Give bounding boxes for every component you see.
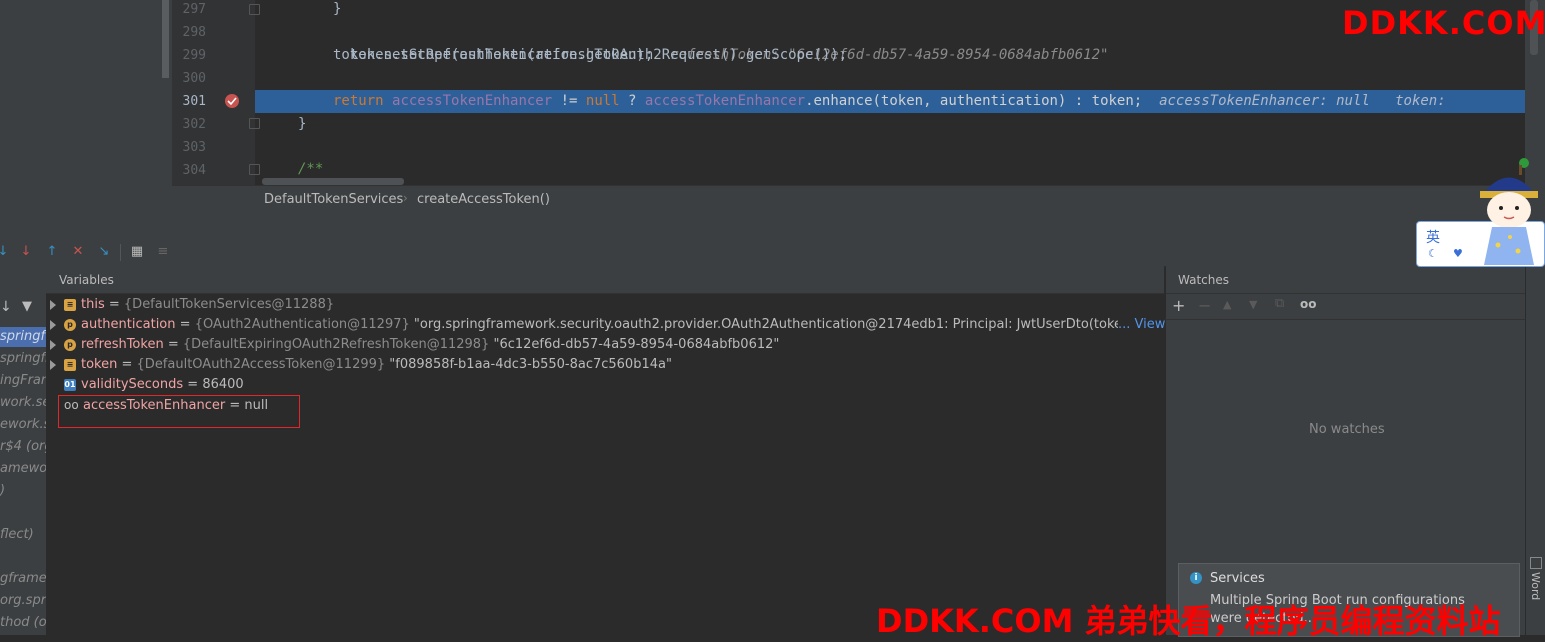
parameter-icon: p (64, 338, 76, 351)
breadcrumb-class[interactable]: DefaultTokenServices (264, 192, 403, 207)
filter-icon[interactable]: ▼ (22, 299, 32, 314)
breadcrumb: DefaultTokenServices › createAccessToken… (172, 185, 1525, 213)
toolbar-divider (120, 244, 121, 261)
variable-row-authentication[interactable]: p authentication = {OAuth2Authentication@… (50, 315, 1193, 335)
field-ref: accessTokenEnhancer (644, 93, 806, 109)
view-link[interactable]: ... View (1118, 315, 1165, 335)
variables-header: Variables (46, 266, 1164, 294)
frame-item[interactable]: springfr (0, 351, 50, 366)
expand-arrow-icon[interactable] (50, 359, 56, 370)
watches-header: Watches (1166, 266, 1526, 294)
operator: != (552, 93, 586, 109)
keyword-return: return (333, 93, 384, 109)
trace-icon[interactable]: ≡ (156, 244, 170, 260)
frame-item[interactable]: ework.s (0, 417, 50, 432)
watch-toolbar: + − ▲ ▼ ⧉ oo (1165, 293, 1525, 320)
fold-marker-icon[interactable] (249, 118, 260, 129)
word-side-tab[interactable]: Word (1529, 572, 1542, 600)
debug-toolbar: ↓ ↓ ↑ ✕ ↘ ▦ ≡ (0, 239, 1545, 267)
word-book-icon[interactable] (1530, 557, 1542, 569)
watermark-top: DDKK.COM (1342, 4, 1545, 42)
move-up-icon[interactable]: ▲ (1223, 298, 1231, 311)
line-number: 302 (182, 117, 206, 132)
operator: ? (619, 93, 645, 109)
no-watches-text: No watches (1309, 422, 1385, 437)
step-over-icon[interactable]: ↓ (0, 244, 10, 260)
line-number: 300 (182, 71, 206, 86)
frame-item[interactable]: org.spri (0, 593, 50, 608)
glasses-icon[interactable]: oo (1300, 297, 1317, 311)
line-number: 298 (182, 25, 206, 40)
evaluate-icon[interactable]: ▦ (130, 244, 144, 260)
line-number: 303 (182, 140, 206, 155)
right-tool-strip: Word (1525, 212, 1545, 635)
add-watch-icon[interactable]: + (1172, 296, 1185, 315)
frame-item[interactable]: amewo (0, 461, 47, 476)
frame-item[interactable]: thod (o (0, 615, 47, 630)
fold-marker-icon[interactable] (249, 164, 260, 175)
variable-row-this[interactable]: ≡ this = {DefaultTokenServices@11288} (50, 295, 334, 315)
parameter-icon: p (64, 318, 76, 331)
inline-debug-value: accessTokenEnhancer: null token: (1159, 93, 1446, 109)
frame-item[interactable]: r$4 (org (0, 439, 53, 454)
line-number: 301 (182, 94, 206, 109)
code-line: } (298, 116, 307, 132)
breakpoint-icon[interactable] (225, 94, 239, 108)
info-icon: i (1190, 572, 1202, 584)
step-into-icon[interactable]: ↓ (19, 244, 33, 260)
line-number: 297 (182, 2, 206, 17)
field-icon: ≡ (64, 358, 76, 371)
run-to-cursor-icon[interactable]: ↘ (97, 244, 111, 260)
move-down-icon[interactable]: ▼ (1249, 298, 1257, 311)
code-line: token.setRefreshToken(refreshToken); ref… (333, 21, 1109, 63)
expand-arrow-icon[interactable] (50, 339, 56, 350)
editor-horizontal-scrollbar[interactable] (262, 178, 404, 185)
drop-frame-icon[interactable]: ✕ (71, 244, 85, 260)
project-panel-strip (0, 0, 172, 212)
step-out-icon[interactable]: ↑ (45, 244, 59, 260)
code-line: } (333, 1, 342, 17)
field-icon: ≡ (64, 298, 76, 311)
breadcrumb-separator: › (403, 191, 408, 205)
project-scrollbar[interactable] (162, 0, 169, 78)
breadcrumb-method[interactable]: createAccessToken() (417, 192, 550, 207)
shirt-icon[interactable]: ♥ (1453, 247, 1463, 260)
keyword-null: null (585, 93, 620, 109)
remove-watch-icon[interactable]: − (1198, 296, 1211, 315)
code-line-current: return accessTokenEnhancer != null ? acc… (333, 90, 1446, 113)
watermark-bottom: DDKK.COM 弟弟快看，程序员编程资料站 (876, 602, 1501, 640)
frame-item[interactable]: ) (0, 483, 5, 498)
notification-title: Services (1210, 571, 1265, 586)
expand-arrow-icon[interactable] (50, 299, 56, 310)
variables-title: Variables (59, 273, 114, 287)
line-number: 304 (182, 163, 206, 178)
watches-title: Watches (1178, 273, 1229, 287)
mascot-widget[interactable]: 英 ☾ ♥ (1416, 155, 1545, 267)
moon-icon[interactable]: ☾ (1428, 247, 1438, 260)
variable-row-refreshToken[interactable]: p refreshToken = {DefaultExpiringOAuth2Re… (50, 335, 779, 355)
highlight-box (58, 395, 300, 428)
expand-arrow-icon[interactable] (50, 319, 56, 330)
line-number: 299 (182, 48, 206, 63)
primitive-icon: 01 (64, 378, 76, 391)
code-text: .enhance(token, authentication) : token; (805, 93, 1143, 109)
frame-item[interactable]: springf (0, 329, 45, 344)
frame-down-icon[interactable]: ↓ (0, 299, 12, 315)
mascot-character-icon (1480, 158, 1538, 265)
fold-marker-icon[interactable] (249, 4, 260, 15)
duplicate-icon[interactable]: ⧉ (1275, 296, 1284, 311)
lang-toggle[interactable]: 英 (1426, 227, 1440, 247)
field-ref: accessTokenEnhancer (392, 93, 553, 109)
code-line: token.setScope(authentication.getOAuth2R… (333, 47, 848, 63)
variable-row-token[interactable]: ≡ token = {DefaultOAuth2AccessToken@11299… (50, 355, 672, 375)
debug-tool-header (0, 212, 1545, 240)
variable-row-validitySeconds[interactable]: 01 validitySeconds = 86400 (64, 375, 244, 395)
frame-item[interactable]: flect) (0, 527, 34, 542)
